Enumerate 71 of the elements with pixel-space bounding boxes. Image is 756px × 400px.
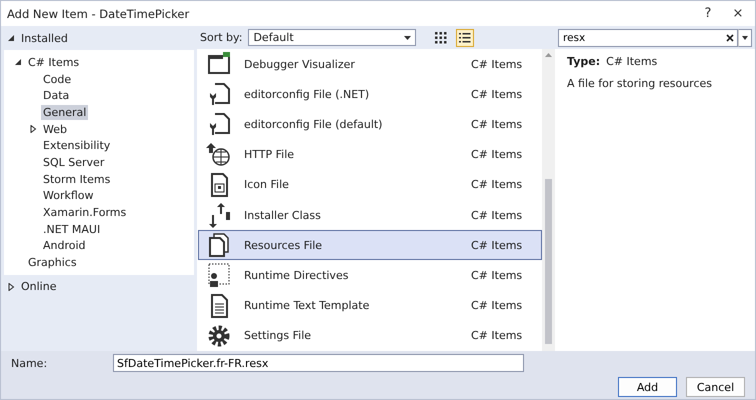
sort-label: Sort by:	[200, 31, 242, 44]
pages-icon	[206, 232, 232, 258]
template-row[interactable]: editorconfig File (.NET) C# Items	[198, 79, 542, 110]
template-row[interactable]: Debugger Visualizer C# Items	[198, 49, 542, 80]
tree-item[interactable]: SQL Server	[41, 154, 106, 170]
template-name: Settings File	[244, 329, 312, 342]
template-name: editorconfig File (default)	[244, 118, 384, 131]
template-category: C# Items	[471, 88, 524, 101]
template-category: C# Items	[471, 268, 524, 282]
template-category: C# Items	[471, 329, 524, 342]
template-row[interactable]: Icon File C# Items	[198, 170, 542, 200]
list-view-button[interactable]	[456, 28, 474, 46]
window-title: Add New Item - DateTimePicker	[7, 6, 190, 20]
type-label: Type:	[567, 55, 600, 68]
template-row[interactable]: Installer Class C# Items	[198, 200, 542, 230]
template-row[interactable]: Runtime Text Template C# Items	[198, 290, 542, 321]
template-category: C# Items	[471, 148, 524, 162]
template-category: C# Items	[471, 208, 524, 222]
expand-arrow-icon[interactable]	[14, 58, 22, 66]
type-value: C# Items	[606, 55, 658, 68]
tree-item[interactable]: Web	[41, 122, 69, 137]
tree-item[interactable]: Xamarin.Forms	[41, 205, 128, 220]
tree-item[interactable]: Graphics	[26, 255, 79, 270]
template-name: Icon File	[244, 178, 290, 192]
section-header[interactable]: Installed	[21, 32, 68, 44]
template-category: C# Items	[471, 178, 524, 192]
name-label: Name:	[11, 356, 48, 370]
tree-item[interactable]: Storm Items	[41, 172, 112, 187]
template-name: Debugger Visualizer	[244, 58, 356, 71]
template-row[interactable]: HTTP File C# Items	[198, 140, 542, 170]
name-field[interactable]: SfDateTimePicker.fr-FR.resx	[113, 354, 524, 372]
globe-icon	[206, 142, 232, 168]
tree-item[interactable]: Data	[41, 88, 72, 104]
dropdown-caret-icon	[404, 36, 412, 40]
section-header[interactable]: Online	[21, 280, 56, 294]
template-category: C# Items	[471, 238, 524, 252]
template-name: Resources File	[244, 238, 324, 252]
expand-arrow-icon[interactable]	[7, 282, 15, 291]
tree-item[interactable]: Workflow	[41, 188, 96, 204]
template-category: C# Items	[471, 299, 524, 312]
template-name: Runtime Text Template	[244, 299, 370, 312]
grid-icon	[435, 32, 448, 44]
directives-icon	[206, 262, 232, 288]
scrollbar[interactable]	[542, 49, 555, 351]
list-icon	[459, 32, 472, 44]
expand-arrow-icon[interactable]	[7, 34, 15, 42]
template-row[interactable]: Settings File C# Items	[198, 320, 542, 351]
expand-arrow-icon[interactable]	[29, 125, 37, 134]
tree-item[interactable]: Android	[41, 238, 88, 254]
close-button[interactable]: ×	[727, 6, 749, 21]
tree-item[interactable]: Code	[41, 72, 74, 87]
template-row[interactable]: editorconfig File (default) C# Items	[198, 109, 542, 140]
tree-item[interactable]: .NET MAUI	[41, 222, 102, 237]
template-category: C# Items	[471, 118, 524, 131]
help-button[interactable]: ?	[697, 6, 719, 21]
template-name: Installer Class	[244, 208, 322, 222]
template-name: Runtime Directives	[244, 268, 350, 282]
template-name: editorconfig File (.NET)	[244, 88, 370, 101]
template-row[interactable]: Resources File C# Items	[198, 230, 542, 260]
template-category: C# Items	[471, 58, 524, 71]
cancel-button[interactable]: Cancel	[686, 377, 745, 397]
dropdown-caret-icon	[742, 36, 748, 40]
template-name: HTTP File	[244, 148, 296, 162]
search-dropdown-button[interactable]	[738, 28, 752, 46]
template-row[interactable]: Runtime Directives C# Items	[198, 260, 542, 290]
tree-item[interactable]: General	[41, 104, 88, 120]
tree-item[interactable]: C# Items	[26, 54, 82, 70]
description-text: A file for storing resources	[567, 77, 714, 90]
sort-dropdown[interactable]: Default	[248, 29, 416, 46]
add-button[interactable]: Add	[618, 377, 677, 397]
tree-item[interactable]: Extensibility	[41, 138, 112, 154]
